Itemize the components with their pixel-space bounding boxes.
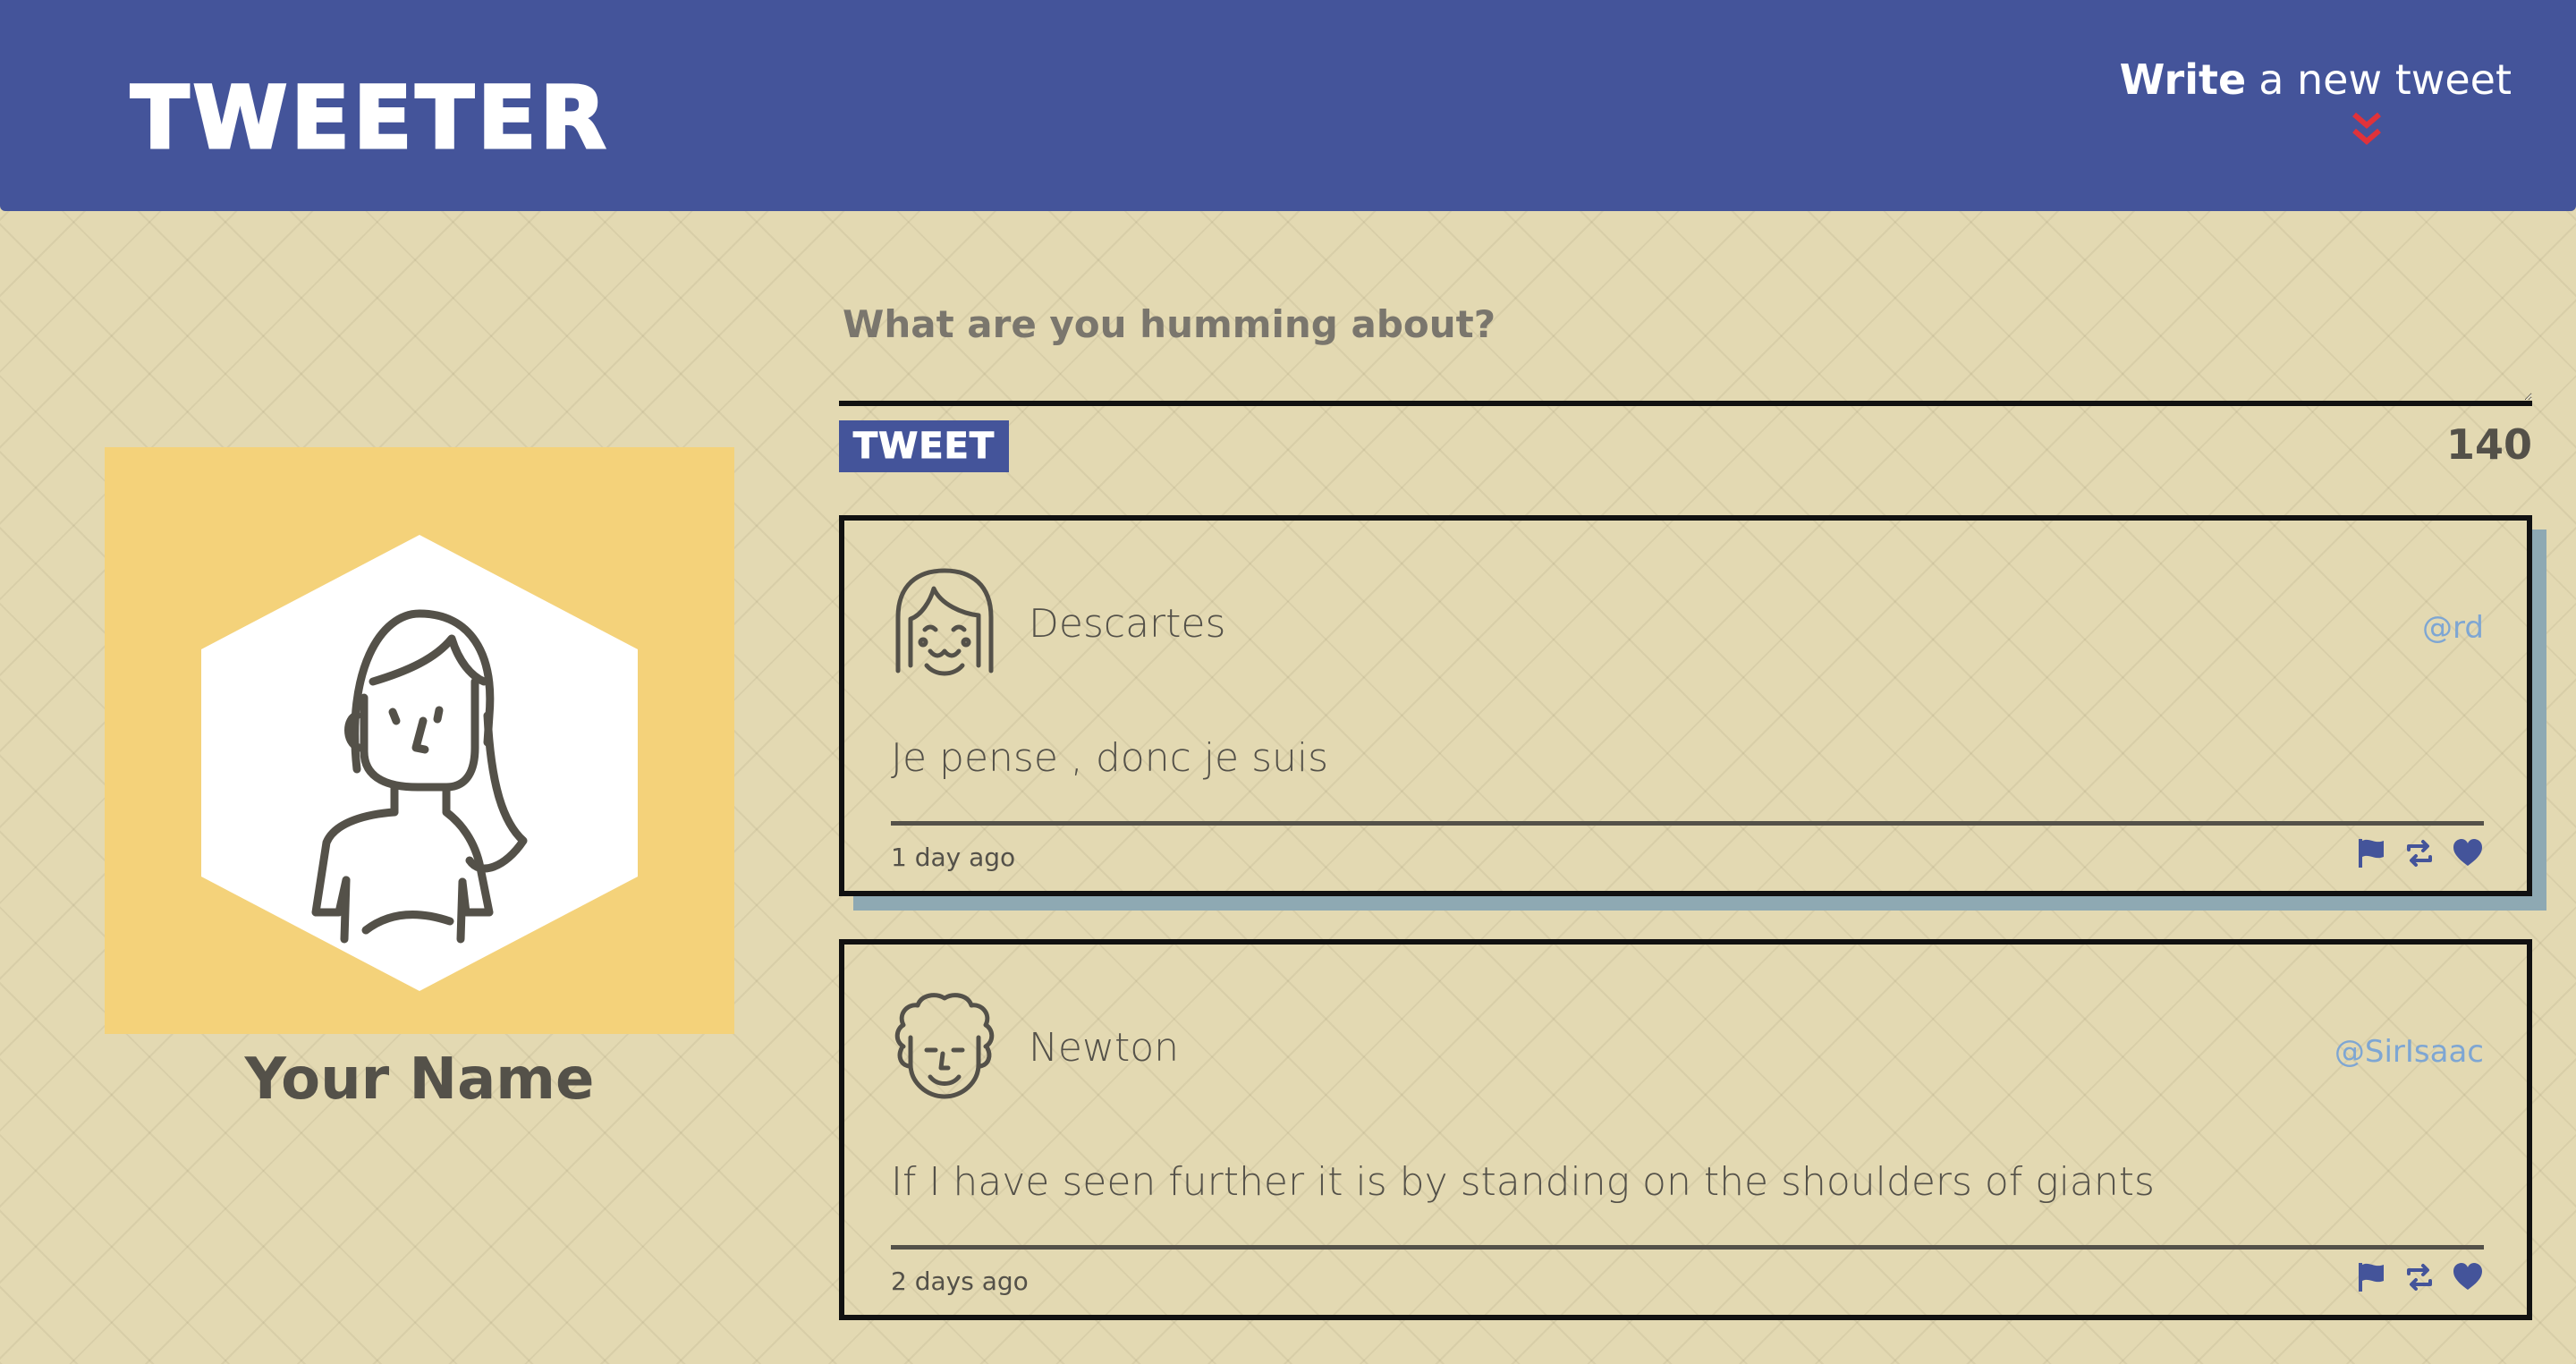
tweet-actions [2355,837,2484,869]
tweet-divider [891,1245,2484,1250]
woman-avatar-icon [201,535,638,991]
retweet-icon[interactable] [2403,1261,2436,1293]
tweet-actions [2355,1261,2484,1293]
composer-toolbar: TWEET 140 [839,420,2532,483]
tweet-card[interactable]: Newton @SirIsaac If I have seen further … [839,939,2532,1320]
tweet-text: If I have seen further it is by standing… [891,1159,2155,1205]
tweet-author-name: Newton [1029,1025,1180,1071]
profile-name: Your Name [244,1046,595,1113]
compose-toggle-text: a new tweet [2258,55,2512,104]
brand-logo[interactable]: TWEETER [130,74,610,163]
tweet-divider [891,821,2484,826]
double-chevron-down-icon[interactable] [2343,107,2390,154]
tweet-text: Je pense , donc je suis [891,735,1329,781]
char-counter: 140 [2445,420,2532,469]
tweet-author-handle[interactable]: @rd [2422,610,2484,646]
descartes-avatar-icon [895,568,994,676]
heart-icon[interactable] [2452,837,2484,869]
retweet-icon[interactable] [2403,837,2436,869]
tweet-author-name: Descartes [1029,601,1226,647]
tweet-author-handle[interactable]: @SirIsaac [2334,1034,2484,1070]
flag-icon[interactable] [2355,837,2387,869]
profile-card: Your Name [105,447,734,1113]
tweet-card[interactable]: Descartes @rd Je pense , donc je suis 1 … [839,515,2532,896]
tweet-timestamp: 2 days ago [891,1267,1029,1296]
new-tweet-composer: TWEET 140 [839,286,2532,483]
top-nav: TWEETER Write a new tweet [0,0,2576,211]
tweet-timestamp: 1 day ago [891,843,1016,872]
compose-toggle-bold: Write [2119,55,2247,104]
heart-icon[interactable] [2452,1261,2484,1293]
tweet-input[interactable] [839,286,2532,406]
profile-avatar [105,447,734,1034]
newton-avatar-icon [894,993,995,1099]
compose-toggle[interactable]: Write a new tweet [2120,55,2512,104]
tweet-submit-button[interactable]: TWEET [839,420,1009,472]
flag-icon[interactable] [2355,1261,2387,1293]
